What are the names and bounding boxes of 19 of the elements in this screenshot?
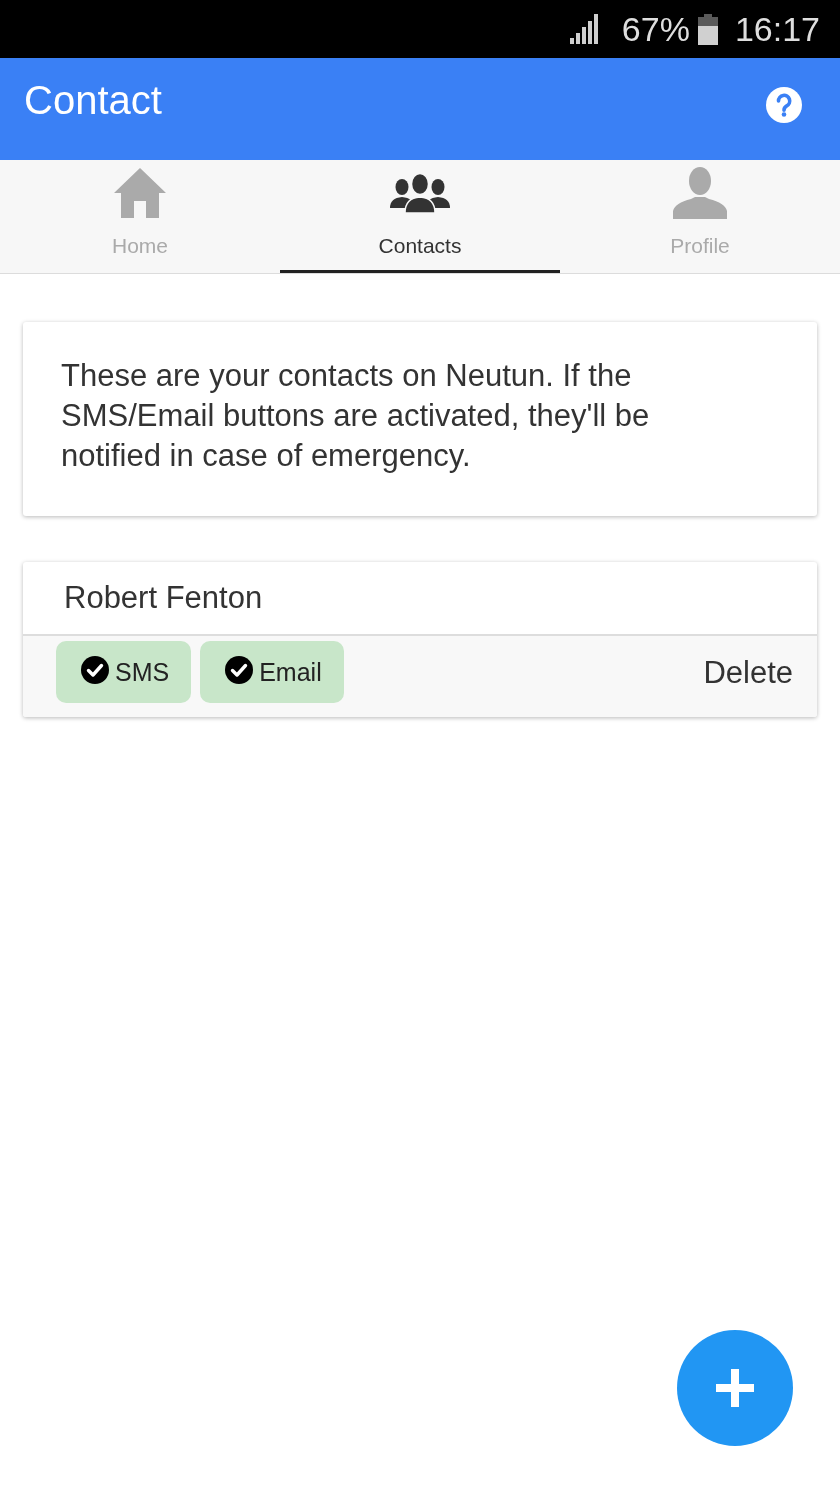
- check-circle-icon: [225, 656, 254, 684]
- plus-icon: [716, 1369, 754, 1407]
- contact-name: Robert Fenton: [64, 579, 263, 617]
- clock-time: 16:17: [734, 9, 820, 49]
- battery-percent: 67%: [621, 9, 690, 49]
- people-icon: [390, 173, 450, 213]
- app-title: Contact: [24, 78, 162, 122]
- battery-icon: [697, 13, 718, 45]
- help-icon: [766, 87, 802, 123]
- delete-button[interactable]: Delete: [703, 653, 793, 693]
- tab[interactable]: Contacts: [280, 160, 560, 273]
- notify-toggle[interactable]: SMS: [56, 641, 192, 703]
- help-button[interactable]: [766, 87, 802, 123]
- house-icon: [114, 168, 166, 218]
- check-circle-icon: [81, 656, 109, 684]
- info-text: These are your contacts on Neutun. If the SMS/Email buttons are activated, they'll be notified in case of emergency.: [61, 357, 651, 475]
- notify-toggle[interactable]: Email: [200, 641, 344, 703]
- person-icon: [673, 167, 727, 219]
- signal-icon: [569, 14, 600, 44]
